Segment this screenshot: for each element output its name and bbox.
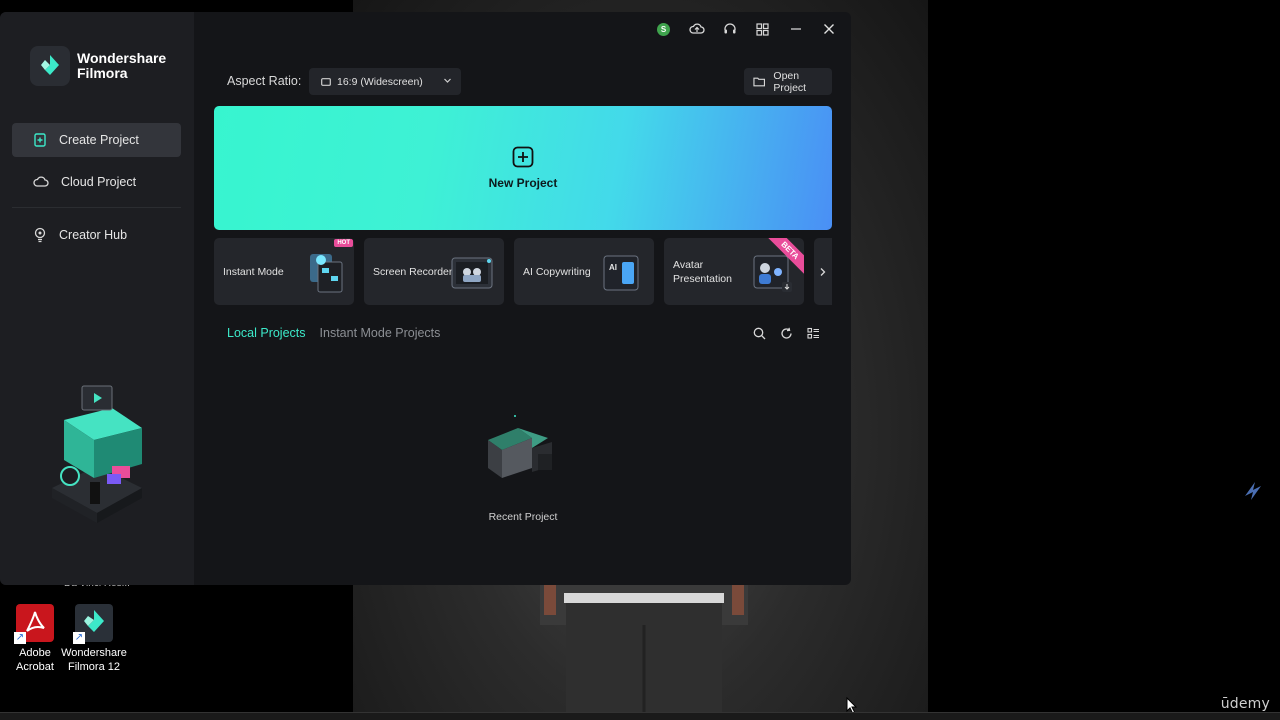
new-project-button[interactable]: New Project <box>214 106 832 230</box>
sidebar-item-create-project[interactable]: Create Project <box>12 123 181 157</box>
desktop-icon-label: Wondershare <box>61 647 127 659</box>
card-avatar-presentation[interactable]: Avatar Presentation BETA <box>664 238 804 305</box>
list-view-icon[interactable] <box>800 325 827 341</box>
main-panel: S Aspect Ratio: 16:9 (Widescreen) Open P… <box>194 12 851 585</box>
ai-copywriting-icon: AI <box>603 255 639 291</box>
aspect-ratio-select[interactable]: 16:9 (Widescreen) <box>309 68 461 95</box>
sidebar: Wondershare Filmora Create Project Cloud… <box>0 12 194 585</box>
desktop-icon-filmora[interactable]: ↗ Wondershare Filmora 12 <box>59 604 129 674</box>
shortcut-arrow-icon: ↗ <box>73 632 85 644</box>
sidebar-item-cloud-project[interactable]: Cloud Project <box>12 165 181 199</box>
udemy-watermark: ūdemy <box>1220 696 1270 712</box>
tab-instant-mode-projects[interactable]: Instant Mode Projects <box>320 326 441 340</box>
refresh-icon[interactable] <box>773 325 800 341</box>
screen-recorder-icon <box>451 257 493 289</box>
account-avatar[interactable]: S <box>647 20 680 38</box>
chevron-down-icon <box>444 78 451 83</box>
sidebar-item-label: Create Project <box>59 133 139 147</box>
shortcut-arrow-icon: ↗ <box>14 632 26 644</box>
edge-app-icon[interactable] <box>1240 478 1266 504</box>
cards-next-button[interactable] <box>814 238 832 305</box>
filmora-icon: ↗ <box>73 604 113 644</box>
card-label: Screen Recorder <box>373 265 453 278</box>
aspect-ratio-value: 16:9 (Widescreen) <box>337 75 423 88</box>
card-instant-mode[interactable]: Instant Mode HOT <box>214 238 354 305</box>
svg-text:AI: AI <box>609 263 617 272</box>
brand-name-line1: Wondershare <box>77 50 167 66</box>
widescreen-icon <box>321 77 331 86</box>
card-label: AI Copywriting <box>523 265 591 278</box>
recent-project-label: Recent Project <box>488 511 558 523</box>
add-file-icon <box>34 133 46 147</box>
search-icon[interactable] <box>746 325 773 341</box>
brand: Wondershare Filmora <box>30 46 166 86</box>
cloud-icon <box>33 176 49 187</box>
card-label: Instant Mode <box>223 265 284 278</box>
hot-badge: HOT <box>334 239 353 247</box>
project-tools <box>746 325 827 341</box>
new-project-label: New Project <box>488 176 558 190</box>
chevron-right-icon <box>820 267 826 276</box>
tab-local-projects[interactable]: Local Projects <box>227 326 306 340</box>
sidebar-item-creator-hub[interactable]: Creator Hub <box>12 218 181 252</box>
instant-mode-icon <box>310 254 343 293</box>
aspect-ratio-label: Aspect Ratio: <box>227 74 302 88</box>
desktop-icon-label: Filmora 12 <box>68 661 120 673</box>
sidebar-item-label: Creator Hub <box>59 228 128 242</box>
sidebar-illustration <box>52 385 142 523</box>
sidebar-divider <box>12 207 181 208</box>
brand-name-line2: Filmora <box>77 65 128 81</box>
taskbar <box>0 712 1280 720</box>
lightbulb-icon <box>34 227 46 243</box>
grid-icon[interactable] <box>746 20 779 38</box>
close-icon[interactable] <box>812 20 845 38</box>
acrobat-icon: ↗ <box>14 604 54 644</box>
project-tabs: Local Projects Instant Mode Projects <box>227 326 454 340</box>
wallpaper-person-figure <box>540 585 748 720</box>
minimize-icon[interactable] <box>779 20 812 38</box>
open-project-label: Open Project <box>773 69 807 94</box>
folder-icon <box>753 77 766 87</box>
filmora-logo-icon <box>30 46 70 86</box>
empty-box-icon <box>488 415 552 478</box>
titlebar-controls: S <box>647 20 845 38</box>
filmora-window: Wondershare Filmora Create Project Cloud… <box>0 12 851 585</box>
desktop-background-right <box>928 0 1280 720</box>
open-project-button[interactable]: Open Project <box>744 68 832 95</box>
card-screen-recorder[interactable]: Screen Recorder <box>364 238 504 305</box>
card-ai-copywriting[interactable]: AI Copywriting AI <box>514 238 654 305</box>
headset-icon[interactable] <box>713 20 746 38</box>
sidebar-item-label: Cloud Project <box>61 175 137 189</box>
plus-square-icon <box>512 146 534 168</box>
cloud-upload-icon[interactable] <box>680 20 713 38</box>
feature-cards: Instant Mode HOT Screen Recorder AI Copy… <box>214 238 814 305</box>
sidebar-nav: Create Project Cloud Project Creator Hub <box>12 123 181 260</box>
card-label: Avatar Presentation <box>673 258 732 285</box>
